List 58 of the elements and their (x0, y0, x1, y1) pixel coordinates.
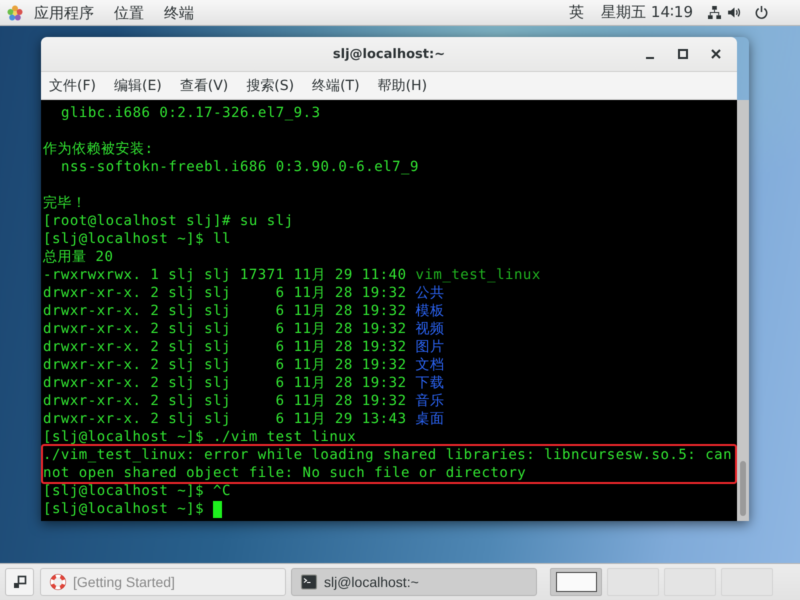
menu-item[interactable]: 帮助(H) (378, 76, 428, 96)
top-bar-menu[interactable]: 应用程序 (24, 2, 104, 22)
listing-line: drwxr-xr-x. 2 slj slj 6 11月 28 19:32 (43, 320, 407, 338)
scrollbar[interactable] (737, 100, 749, 521)
terminal-icon (301, 574, 317, 590)
terminal-line: glibc.i686 0:2.17-326.el7_9.3 (61, 104, 321, 122)
terminal-line: 总用量 20 (43, 248, 114, 266)
windows-icon (12, 575, 26, 589)
terminal-line: 完毕！ (43, 194, 87, 212)
file-name: 文档 (416, 356, 445, 374)
menu-item[interactable]: 查看(V) (180, 76, 228, 96)
listing-line: drwxr-xr-x. 2 slj slj 6 11月 28 19:32 (43, 302, 407, 320)
file-name: 音乐 (416, 392, 445, 410)
terminal-line: 作为依赖被安装: (43, 140, 154, 158)
file-name: 公共 (416, 284, 445, 302)
top-bar-menu[interactable]: 位置 (104, 2, 154, 22)
menu-item[interactable]: 搜索(S) (246, 76, 294, 96)
taskbar-window-button[interactable]: slj@localhost:~ (291, 568, 537, 596)
window-title: slj@localhost:~ (332, 46, 446, 62)
maximize-icon (678, 49, 688, 59)
listing-line: drwxr-xr-x. 2 slj slj 6 11月 28 19:32 (43, 374, 407, 392)
network-icon[interactable] (708, 6, 721, 19)
lifebuoy-icon (50, 574, 66, 590)
menu-item[interactable]: 编辑(E) (114, 76, 162, 96)
terminal-prompt: [slj@localhost ~]$ (43, 500, 204, 518)
file-name: 模板 (416, 302, 445, 320)
top-bar-menu[interactable]: 终端 (154, 2, 204, 22)
terminal-line: [root@localhost slj]# su slj (43, 212, 294, 230)
scrollbar-thumb[interactable] (740, 461, 746, 516)
flower-icon[interactable] (7, 4, 23, 20)
close-icon (711, 49, 721, 59)
minimize-icon (646, 57, 654, 59)
show-desktop-button[interactable] (5, 568, 34, 596)
listing-line: drwxr-xr-x. 2 slj slj 6 11月 28 19:32 (43, 338, 407, 356)
clock[interactable]: 星期五 14∶19 (601, 3, 693, 22)
file-name: vim_test_linux (416, 266, 541, 284)
terminal-line: nss-softokn-freebl.i686 0:3.90.0-6.el7_9 (61, 158, 419, 176)
menu-item[interactable]: 文件(F) (49, 76, 96, 96)
terminal-line: [slj@localhost ~]$ ./vim test linux (43, 428, 356, 446)
error-line: not open shared object file: No such file or directory (43, 464, 526, 482)
input-method-indicator[interactable]: 英 (569, 3, 584, 22)
terminal-line: [slj@localhost ~]$ ll (43, 230, 231, 248)
file-name: 下载 (416, 374, 445, 392)
terminal-line: [slj@localhost ~]$ ^C (43, 482, 231, 500)
listing-line: drwxr-xr-x. 2 slj slj 6 11月 28 19:32 (43, 392, 407, 410)
menu-item[interactable]: 终端(T) (312, 76, 360, 96)
volume-icon[interactable] (728, 7, 741, 18)
listing-line: drwxr-xr-x. 2 slj slj 6 11月 29 13:43 (43, 410, 407, 428)
power-icon[interactable] (755, 6, 768, 19)
file-name: 桌面 (416, 410, 445, 428)
error-line: ./vim_test_linux: error while loading shared libraries: libncursesw.so.5: can (43, 446, 732, 464)
file-name: 图片 (416, 338, 445, 356)
listing-line: drwxr-xr-x. 2 slj slj 6 11月 28 19:32 (43, 284, 407, 302)
listing-line: -rwxrwxrwx. 1 slj slj 17371 11月 29 11:40 (43, 266, 407, 284)
listing-line: drwxr-xr-x. 2 slj slj 6 11月 28 19:32 (43, 356, 407, 374)
window-thumbnail-icon (556, 572, 596, 592)
file-name: 视频 (416, 320, 445, 338)
workspace-button[interactable] (550, 568, 602, 596)
